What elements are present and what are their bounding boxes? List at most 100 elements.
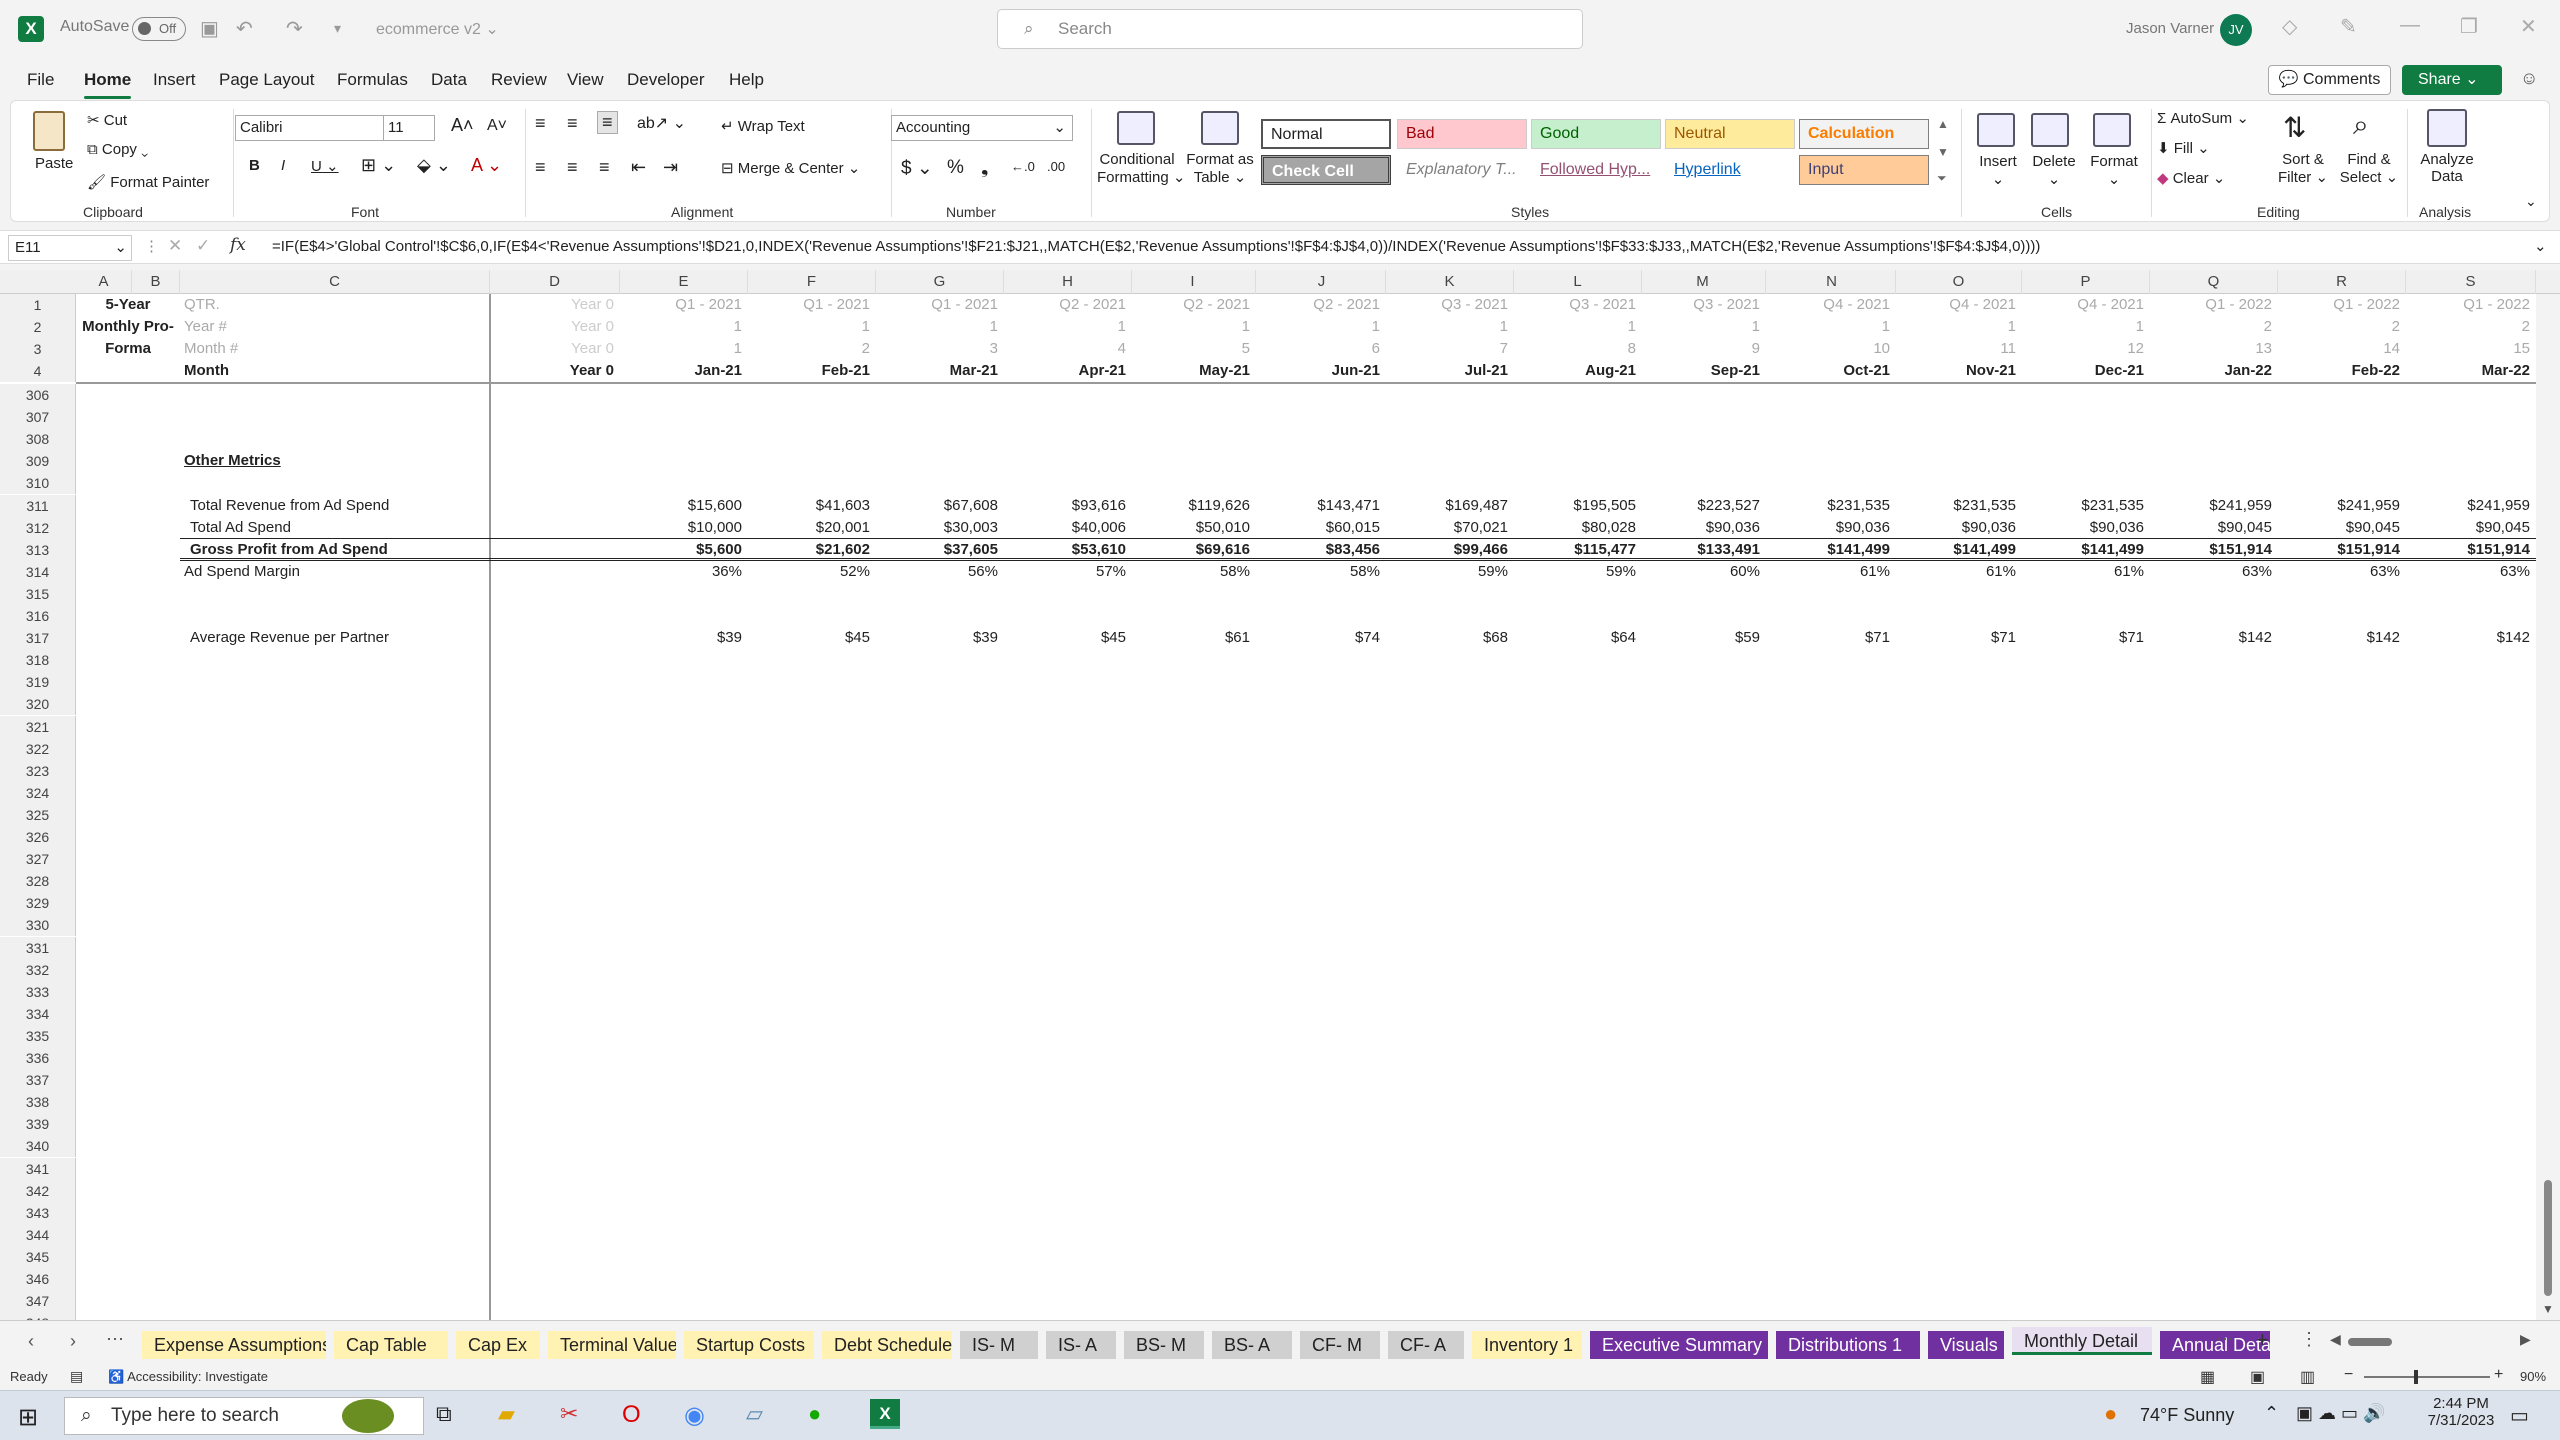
sheet-tab[interactable]: CF- A (1388, 1331, 1464, 1359)
menu-help[interactable]: Help (729, 70, 764, 90)
header-cell-year[interactable]: 2 (2278, 316, 2400, 338)
number-format-select[interactable]: Accounting ⌄ (891, 115, 1073, 141)
row-header[interactable]: 344 (0, 1224, 76, 1246)
value-cell[interactable]: $231,535 (2022, 495, 2144, 517)
value-cell[interactable]: $90,036 (2022, 517, 2144, 539)
snip-icon[interactable]: ✂ (560, 1401, 578, 1427)
excel-taskbar-icon[interactable]: X (870, 1399, 900, 1429)
header-cell-year[interactable]: 1 (1130, 316, 1250, 338)
value-cell[interactable]: $15,600 (620, 495, 742, 517)
header-cell-year[interactable]: 1 (1640, 316, 1760, 338)
sheet-tab[interactable]: Expense Assumptions (142, 1331, 326, 1359)
sheet-tab[interactable]: Visuals (1928, 1331, 2004, 1359)
header-cell-year[interactable]: Year 0 (490, 316, 614, 338)
delete-cells-button[interactable]: Delete ⌄ (2029, 153, 2079, 188)
header-cell-month_num[interactable]: 3 (876, 338, 998, 360)
scroll-left-icon[interactable]: ◀ (2330, 1331, 2341, 1348)
column-header-d[interactable]: D (490, 270, 620, 294)
row-header[interactable]: 315 (0, 583, 76, 605)
menu-review[interactable]: Review (491, 70, 547, 90)
styles-more-icon[interactable]: ⏷ (1937, 171, 1947, 186)
menu-home[interactable]: Home (84, 70, 132, 99)
column-header-l[interactable]: L (1514, 270, 1642, 294)
find-select-button[interactable]: Find & Select ⌄ (2337, 151, 2401, 186)
search-box[interactable]: ⌕ Search (997, 9, 1583, 49)
style-neutral[interactable]: Neutral (1665, 119, 1795, 149)
row-header[interactable]: 347 (0, 1290, 76, 1312)
header-cell-year[interactable]: 1 (748, 316, 870, 338)
header-cell-qtr[interactable]: Q1 - 2021 (876, 294, 998, 316)
row-header[interactable]: 329 (0, 892, 76, 914)
value-cell[interactable]: 57% (1004, 561, 1126, 583)
row-header[interactable]: 341 (0, 1158, 76, 1180)
value-cell[interactable]: 52% (748, 561, 870, 583)
value-cell[interactable]: $60,015 (1258, 517, 1380, 539)
align-center-icon[interactable]: ≡ (567, 157, 578, 178)
format-cells-icon[interactable] (2093, 113, 2131, 147)
row-header[interactable]: 307 (0, 406, 76, 428)
value-cell[interactable]: 56% (876, 561, 998, 583)
header-cell-year[interactable]: 1 (1258, 316, 1380, 338)
task-view-icon[interactable]: ⧉ (436, 1401, 452, 1427)
sheet-tab[interactable]: Distributions 1 (1776, 1331, 1920, 1359)
header-cell-year[interactable]: 1 (1896, 316, 2016, 338)
value-cell[interactable]: $71 (1896, 627, 2016, 649)
fill-button[interactable]: ⬇ Fill ⌄ (2157, 139, 2210, 157)
value-cell[interactable]: $241,959 (2406, 495, 2530, 517)
file-name[interactable]: ecommerce v2 ⌄ (376, 19, 499, 39)
header-cell-month_num[interactable]: 11 (1896, 338, 2016, 360)
collapse-ribbon-icon[interactable]: ⌄ (2525, 193, 2537, 210)
find-select-icon[interactable]: ⌕ (2353, 109, 2369, 142)
file-explorer-icon[interactable]: ▰ (498, 1401, 515, 1427)
add-sheet-icon[interactable]: + (2256, 1327, 2269, 1353)
conditional-formatting-icon[interactable] (1117, 111, 1155, 145)
style-hyperlink[interactable]: Hyperlink (1665, 155, 1795, 185)
row-header[interactable]: 319 (0, 671, 76, 693)
header-cell-month[interactable]: Apr-21 (1004, 360, 1126, 382)
analyze-data-button[interactable]: Analyze Data (2415, 151, 2479, 185)
row-header[interactable]: 343 (0, 1202, 76, 1224)
save-icon[interactable]: ▣ (200, 16, 219, 41)
column-header-s[interactable]: S (2406, 270, 2536, 294)
sort-filter-button[interactable]: Sort & Filter ⌄ (2271, 151, 2335, 186)
value-cell[interactable]: $142 (2278, 627, 2400, 649)
align-middle-icon[interactable]: ≡ (567, 113, 578, 134)
row-label-total-ad[interactable]: Total Ad Spend (190, 517, 480, 539)
pen-icon[interactable]: ✎ (2340, 14, 2357, 39)
value-cell[interactable]: $74 (1258, 627, 1380, 649)
style-check-cell[interactable]: Check Cell (1261, 155, 1391, 185)
value-cell[interactable]: $39 (876, 627, 998, 649)
header-cell-month_num[interactable]: 5 (1130, 338, 1250, 360)
diamond-icon[interactable]: ◇ (2282, 14, 2297, 39)
header-cell-month[interactable]: Aug-21 (1514, 360, 1636, 382)
row-header[interactable]: 320 (0, 693, 76, 715)
macro-icon[interactable]: ▤ (70, 1368, 83, 1385)
header-cell-year[interactable]: 1 (1514, 316, 1636, 338)
header-cell-qtr[interactable]: Q1 - 2022 (2406, 294, 2530, 316)
column-header-r[interactable]: R (2278, 270, 2406, 294)
row-header[interactable]: 339 (0, 1113, 76, 1135)
font-name-select[interactable]: Calibri (235, 115, 387, 141)
row-label-avg-rev[interactable]: Average Revenue per Partner (190, 627, 480, 649)
increase-indent-icon[interactable]: ⇥ (663, 157, 678, 178)
font-size-select[interactable]: 11 (383, 115, 435, 141)
user-name[interactable]: Jason Varner (2126, 20, 2214, 37)
value-cell[interactable]: $71 (2022, 627, 2144, 649)
value-cell[interactable]: $64 (1514, 627, 1636, 649)
column-header-f[interactable]: F (748, 270, 876, 294)
redo-icon[interactable]: ↷ (286, 16, 303, 41)
value-cell[interactable]: 61% (1768, 561, 1890, 583)
value-cell[interactable]: 61% (1896, 561, 2016, 583)
value-cell[interactable]: 58% (1258, 561, 1380, 583)
header-cell-year[interactable]: 2 (2150, 316, 2272, 338)
zoom-out-icon[interactable]: − (2344, 1366, 2353, 1384)
model-title-line[interactable]: 5-Year (76, 294, 180, 316)
row-header[interactable]: 3 (0, 338, 76, 360)
header-cell-month_num[interactable]: 8 (1514, 338, 1636, 360)
column-header-c[interactable]: C (180, 270, 490, 294)
row-label[interactable]: Month (184, 360, 384, 382)
row-header[interactable]: 314 (0, 561, 76, 583)
row-header[interactable]: 321 (0, 716, 76, 738)
value-cell[interactable]: $143,471 (1258, 495, 1380, 517)
menu-view[interactable]: View (567, 70, 604, 90)
